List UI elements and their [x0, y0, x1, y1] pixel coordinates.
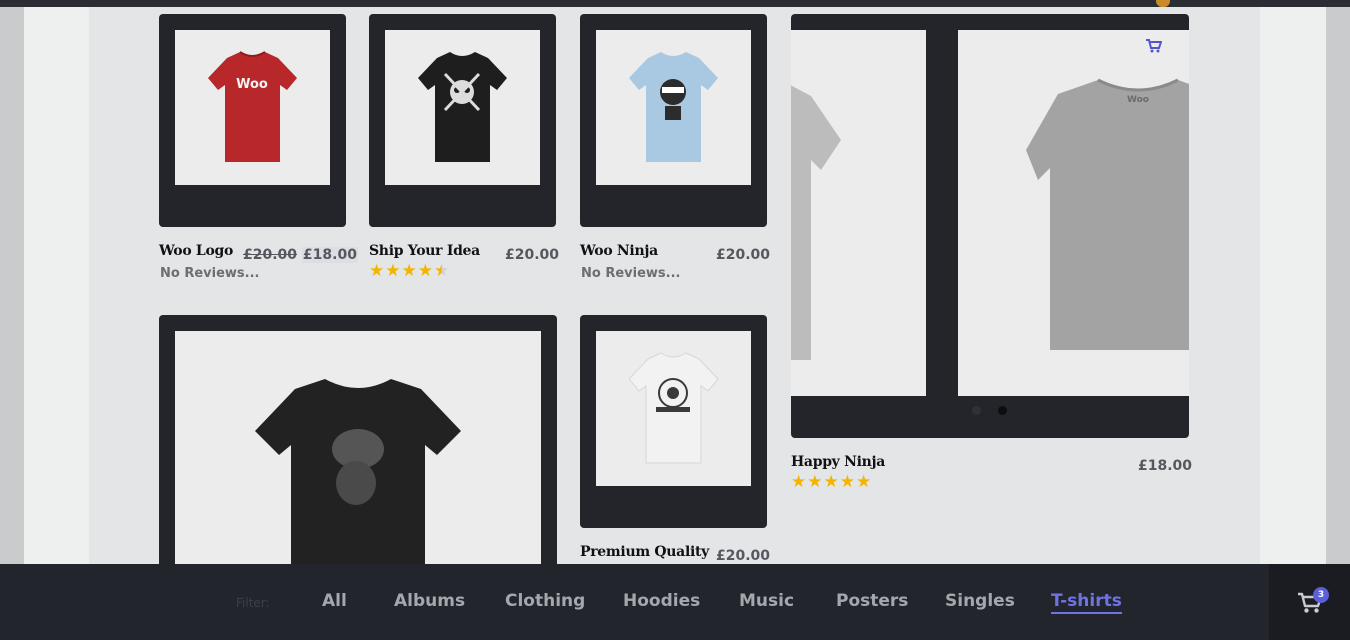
star-icon: ★ — [823, 472, 839, 491]
product-image-ship-your-idea[interactable] — [385, 30, 540, 185]
product-title[interactable]: Woo Ninja — [580, 243, 658, 259]
product-price: £20.00 — [716, 548, 771, 564]
product-price-sale: £18.00 — [301, 247, 358, 263]
tshirt-image — [629, 52, 718, 162]
slider-image-back — [791, 30, 926, 396]
product-image-woo-logo[interactable]: Woo — [175, 30, 330, 185]
star-icon: ★ — [807, 472, 823, 491]
filter-item-albums[interactable]: Albums — [394, 591, 465, 611]
product-price-old: £20.00 — [243, 247, 298, 263]
slider-dot-active[interactable] — [998, 406, 1007, 415]
product-price: £20.00 £18.00 — [243, 247, 358, 263]
product-title[interactable]: Woo Logo — [159, 243, 233, 259]
slider-image-front: Woo — [958, 30, 1189, 396]
product-image-large[interactable] — [175, 331, 541, 564]
product-price: £20.00 — [716, 247, 771, 263]
tshirt-image — [628, 352, 719, 464]
filter-item-music[interactable]: Music — [739, 591, 794, 611]
product-price: £20.00 — [505, 247, 560, 263]
tshirt-image — [255, 379, 461, 564]
top-bar — [0, 0, 1350, 7]
cart-icon[interactable] — [1146, 39, 1162, 53]
product-reviews: No Reviews... — [581, 266, 681, 281]
star-icon: ★ — [434, 261, 450, 280]
star-icon: ★ — [791, 472, 807, 491]
product-reviews: No Reviews... — [160, 266, 260, 281]
tshirt-print-text: Woo — [1127, 95, 1149, 105]
rating-stars: ★ ★ ★ ★ ★ — [369, 262, 449, 279]
star-icon: ★ — [856, 472, 872, 491]
product-image-premium-quality[interactable] — [596, 331, 751, 486]
tshirt-print-text: Woo — [236, 77, 268, 92]
star-icon: ★ — [839, 472, 855, 491]
filter-item-posters[interactable]: Posters — [836, 591, 908, 611]
tshirt-image — [418, 52, 507, 162]
product-title[interactable]: Ship Your Idea — [369, 243, 480, 259]
filter-item-hoodies[interactable]: Hoodies — [623, 591, 700, 611]
product-title[interactable]: Happy Ninja — [791, 454, 885, 470]
star-icon: ★ — [369, 261, 385, 280]
filter-item-singles[interactable]: Singles — [945, 591, 1015, 611]
slider-dot[interactable] — [972, 406, 981, 415]
tshirt-image: Woo — [208, 51, 297, 162]
rating-stars: ★ ★ ★ ★ ★ — [791, 473, 871, 490]
tshirt-image: Woo — [1026, 78, 1189, 350]
filter-item-all[interactable]: All — [322, 591, 347, 611]
product-image-woo-ninja[interactable] — [596, 30, 751, 185]
star-icon: ★ — [385, 261, 401, 280]
star-icon: ★ — [401, 261, 417, 280]
tshirt-image — [791, 85, 841, 360]
product-title[interactable]: Premium Quality — [580, 544, 709, 560]
cart-count-badge: 3 — [1313, 587, 1329, 603]
star-icon: ★ — [417, 261, 433, 280]
filter-item-clothing[interactable]: Clothing — [505, 591, 585, 611]
filter-item-tshirts[interactable]: T-shirts — [1051, 591, 1122, 614]
product-price: £18.00 — [1138, 458, 1193, 474]
filter-label: Filter: — [236, 596, 270, 610]
product-image-slider[interactable]: Woo — [791, 14, 1189, 438]
